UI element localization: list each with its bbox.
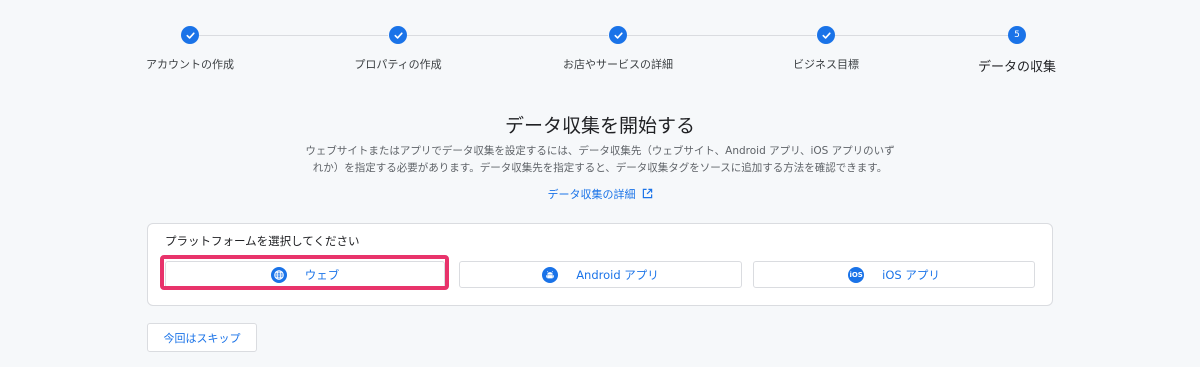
android-icon: [542, 266, 559, 283]
web-platform-button[interactable]: ウェブ: [165, 261, 445, 288]
check-icon: [817, 26, 835, 44]
step-label: プロパティの作成: [354, 58, 442, 71]
check-icon: [389, 26, 407, 44]
globe-icon: [270, 266, 287, 283]
external-link-icon[interactable]: [636, 188, 653, 201]
web-platform-label: ウェブ: [304, 267, 340, 282]
stepper: アカウントの作成 プロパティの作成 お店やサービスの詳細 ビジネス目標 5 デー…: [0, 0, 1200, 80]
ios-platform-button[interactable]: iOS iOS アプリ: [753, 261, 1035, 288]
step-account[interactable]: アカウントの作成: [110, 26, 270, 72]
details-link-row: データ収集の詳細: [0, 186, 1200, 202]
step-label: アカウントの作成: [146, 58, 234, 71]
check-icon: [181, 26, 199, 44]
step-business-details[interactable]: お店やサービスの詳細: [538, 26, 698, 72]
ios-platform-label: iOS アプリ: [882, 267, 940, 282]
step-business-goals[interactable]: ビジネス目標: [746, 26, 906, 72]
step-label: お店やサービスの詳細: [563, 58, 673, 71]
platform-card: プラットフォームを選択してください ウェブ Android アプリ iOS iO…: [147, 223, 1053, 306]
platform-card-title: プラットフォームを選択してください: [165, 234, 360, 248]
step-number: 5: [1008, 26, 1026, 44]
step-data-collection[interactable]: 5 データの収集: [937, 26, 1097, 75]
step-label: データの収集: [977, 60, 1056, 75]
description-line: れか）を指定する必要があります。データ収集先を指定すると、データ収集タグをソース…: [312, 162, 888, 174]
step-label: ビジネス目標: [793, 58, 859, 71]
android-platform-label: Android アプリ: [576, 267, 659, 282]
step-property[interactable]: プロパティの作成: [318, 26, 478, 72]
description: ウェブサイトまたはアプリでデータ収集を設定するには、データ収集先（ウェブサイト、…: [300, 143, 900, 177]
data-collection-details-link[interactable]: データ収集の詳細: [548, 188, 636, 201]
android-platform-button[interactable]: Android アプリ: [459, 261, 742, 288]
check-icon: [609, 26, 627, 44]
skip-button[interactable]: 今回はスキップ: [147, 323, 257, 352]
page-title: データ収集を開始する: [504, 115, 695, 137]
description-line: ウェブサイトまたはアプリでデータ収集を設定するには、データ収集先（ウェブサイト、…: [305, 145, 895, 157]
ios-icon: iOS: [848, 266, 865, 283]
